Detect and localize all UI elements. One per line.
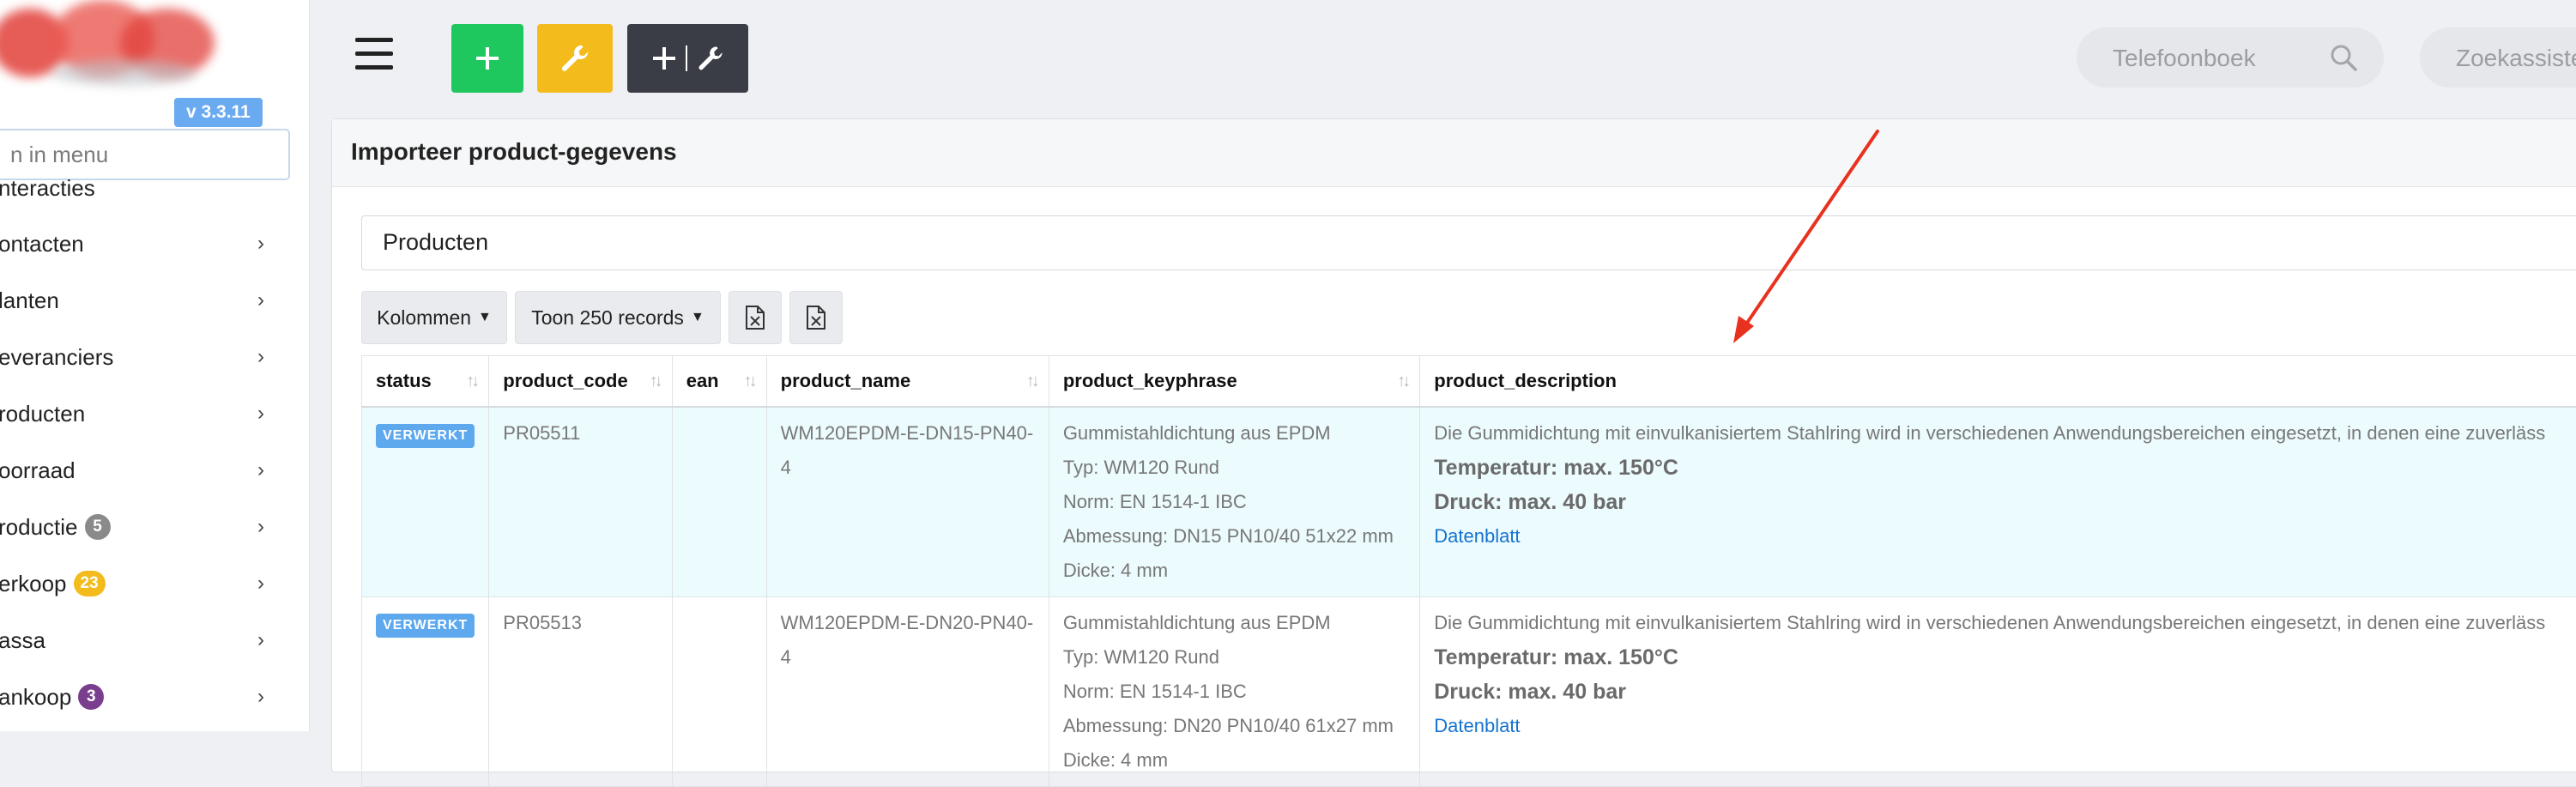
sidebar-item-label: roductie <box>0 514 78 541</box>
chevron-right-icon: › <box>257 458 264 482</box>
tools-button[interactable] <box>537 24 613 93</box>
product-name-cell: WM120EPDM-E-DN15-PN40-4 <box>766 407 1049 597</box>
add-button[interactable] <box>451 24 523 93</box>
products-selector[interactable]: Producten <box>361 215 2576 270</box>
sidebar-item-label: assa <box>0 627 45 654</box>
add-tools-button[interactable] <box>627 24 748 93</box>
column-header-ean[interactable]: ean↑↓ <box>672 356 766 408</box>
plus-icon <box>651 45 677 71</box>
sidebar-item-kassa[interactable]: assa › <box>0 619 292 662</box>
products-label: Producten <box>383 229 488 256</box>
datasheet-link[interactable]: Datenblatt <box>1434 519 2576 554</box>
cash-assistant-search[interactable] <box>2420 27 2576 88</box>
excel-file-icon <box>746 306 765 330</box>
panel-header: Importeer product-gegevens <box>332 119 2576 187</box>
phonebook-search[interactable] <box>2077 27 2384 88</box>
sidebar-item-label: ontacten <box>0 231 84 257</box>
company-logo[interactable] <box>0 0 223 94</box>
chevron-right-icon: › <box>257 288 264 312</box>
table-row[interactable]: VERWERKT PR05513 WM120EPDM-E-DN20-PN40-4… <box>362 597 2576 787</box>
chevron-right-icon: › <box>257 232 264 256</box>
column-header-status[interactable]: status↑↓ <box>362 356 489 408</box>
sidebar-item-interacties[interactable]: nteracties <box>0 168 292 208</box>
product-code-cell: PR05511 <box>489 407 672 597</box>
chevron-right-icon: › <box>257 515 264 539</box>
description-cell: Die Gummidichtung mit einvulkanisiertem … <box>1420 597 2576 787</box>
product-name-cell: WM120EPDM-E-DN20-PN40-4 <box>766 597 1049 787</box>
sidebar-item-label: lanten <box>0 288 59 314</box>
sort-icon[interactable]: ↑↓ <box>466 372 476 391</box>
search-icon[interactable] <box>2329 43 2358 72</box>
page-title: Importeer product-gegevens <box>351 138 677 166</box>
records-dropdown-button[interactable]: Toon 250 records ▼ <box>515 291 721 344</box>
records-button-label: Toon 250 records <box>531 306 684 330</box>
keyphrase-cell: Gummistahldichtung aus EPDM Typ: WM120 R… <box>1049 407 1419 597</box>
excel-file-icon <box>807 306 825 330</box>
sidebar-item-verkoop[interactable]: erkoop 23 › <box>0 562 292 605</box>
phonebook-search-input[interactable] <box>2111 27 2320 89</box>
wrench-icon <box>559 42 591 75</box>
chevron-right-icon: › <box>257 628 264 652</box>
count-badge: 5 <box>85 514 111 540</box>
sidebar-item-leveranciers[interactable]: everanciers › <box>0 336 292 378</box>
sidebar-item-label: everanciers <box>0 344 113 371</box>
sidebar-item-label: nteracties <box>0 175 95 202</box>
sidebar-item-klanten[interactable]: lanten › <box>0 279 292 322</box>
column-header-product-keyphrase[interactable]: product_keyphrase↑↓ <box>1049 356 1419 408</box>
column-header-product-description[interactable]: product_description <box>1420 356 2576 408</box>
ean-cell <box>672 597 766 787</box>
count-badge: 3 <box>78 684 104 710</box>
version-badge: v 3.3.11 <box>174 98 263 127</box>
product-code-cell: PR05513 <box>489 597 672 787</box>
cash-assistant-search-input[interactable] <box>2454 27 2576 89</box>
chevron-right-icon: › <box>257 685 264 709</box>
separator <box>686 45 687 71</box>
hamburger-menu-icon[interactable] <box>355 38 393 72</box>
status-badge: VERWERKT <box>376 614 475 638</box>
ean-cell <box>672 407 766 597</box>
description-cell: Die Gummidichtung mit einvulkanisiertem … <box>1420 407 2576 597</box>
sort-icon[interactable]: ↑↓ <box>1397 372 1407 391</box>
sidebar-item-contacten[interactable]: ontacten › <box>0 222 292 265</box>
datasheet-link[interactable]: Datenblatt <box>1434 709 2576 743</box>
table-row[interactable]: VERWERKT PR05511 WM120EPDM-E-DN15-PN40-4… <box>362 407 2576 597</box>
wrench-icon <box>696 44 725 73</box>
sidebar-item-label: erkoop <box>0 571 67 597</box>
caret-down-icon: ▼ <box>691 310 704 325</box>
column-header-product-name[interactable]: product_name↑↓ <box>766 356 1049 408</box>
sidebar: v 3.3.11 nteracties ontacten › lanten › … <box>0 0 310 731</box>
sidebar-item-voorraad[interactable]: oorraad › <box>0 449 292 492</box>
sidebar-item-label: ankoop <box>0 684 71 711</box>
columns-dropdown-button[interactable]: Kolommen ▼ <box>361 291 507 344</box>
import-panel: Importeer product-gegevens Producten Kol… <box>331 118 2576 772</box>
status-badge: VERWERKT <box>376 424 475 448</box>
sidebar-item-inkoop[interactable]: ankoop 3 › <box>0 675 292 718</box>
sort-icon[interactable]: ↑↓ <box>1026 372 1037 391</box>
product-import-table: status↑↓ product_code↑↓ ean↑↓ product_na… <box>361 355 2576 787</box>
column-header-product-code[interactable]: product_code↑↓ <box>489 356 672 408</box>
export-excel-button-2[interactable] <box>789 291 843 344</box>
sort-icon[interactable]: ↑↓ <box>650 372 660 391</box>
plus-icon <box>475 45 500 71</box>
caret-down-icon: ▼ <box>478 310 492 325</box>
table-header-row: status↑↓ product_code↑↓ ean↑↓ product_na… <box>362 356 2576 408</box>
sidebar-item-label: roducten <box>0 401 85 427</box>
sidebar-item-producten[interactable]: roducten › <box>0 392 292 435</box>
chevron-right-icon: › <box>257 402 264 426</box>
export-excel-button[interactable] <box>729 291 782 344</box>
sidebar-item-label: oorraad <box>0 457 76 484</box>
chevron-right-icon: › <box>257 345 264 369</box>
chevron-right-icon: › <box>257 572 264 596</box>
sort-icon[interactable]: ↑↓ <box>744 372 754 391</box>
status-cell: VERWERKT <box>362 597 489 787</box>
count-badge: 23 <box>74 571 106 596</box>
keyphrase-cell: Gummistahldichtung aus EPDM Typ: WM120 R… <box>1049 597 1419 787</box>
columns-button-label: Kolommen <box>377 306 471 330</box>
status-cell: VERWERKT <box>362 407 489 597</box>
sidebar-item-productie[interactable]: roductie 5 › <box>0 505 292 548</box>
